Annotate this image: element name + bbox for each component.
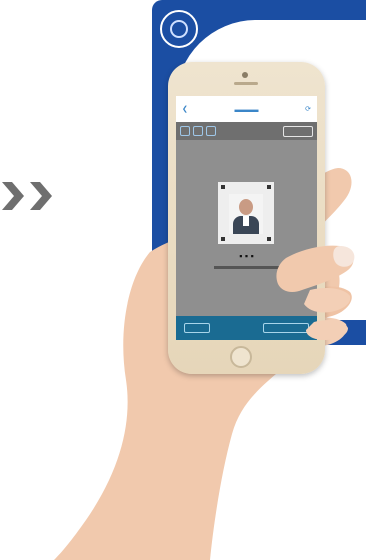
id-photo bbox=[229, 194, 263, 234]
phone-screen: ❮ ▬▬▬ ⟳ ▪ ▪ ▪ bbox=[176, 96, 317, 340]
subtext-placeholder bbox=[214, 266, 280, 269]
tool-icons bbox=[180, 126, 216, 136]
scan-icon[interactable] bbox=[193, 126, 203, 136]
speaker-grille bbox=[234, 82, 258, 85]
frame-corner bbox=[267, 185, 271, 189]
frame-corner bbox=[267, 237, 271, 241]
back-icon[interactable]: ❮ bbox=[182, 105, 188, 113]
bottom-action-bar bbox=[176, 316, 317, 340]
refresh-icon[interactable]: ⟳ bbox=[305, 105, 311, 113]
id-photo-frame bbox=[218, 182, 274, 244]
camera-icon bbox=[242, 72, 248, 78]
emblem-icon bbox=[160, 10, 198, 48]
bottom-button-right[interactable] bbox=[263, 323, 309, 333]
photo-head bbox=[239, 199, 253, 215]
name-text-placeholder: ▪ ▪ ▪ bbox=[239, 251, 254, 261]
app-header: ❮ ▬▬▬ ⟳ bbox=[176, 96, 317, 122]
settings-icon[interactable] bbox=[206, 126, 216, 136]
app-title-logo: ▬▬▬ bbox=[234, 104, 259, 114]
app-toolbar bbox=[176, 122, 317, 140]
chevron-right-icon bbox=[2, 182, 52, 210]
frame-corner bbox=[221, 185, 225, 189]
smartphone: ❮ ▬▬▬ ⟳ ▪ ▪ ▪ bbox=[168, 62, 325, 374]
bottom-button-left[interactable] bbox=[184, 323, 210, 333]
frame-corner bbox=[221, 237, 225, 241]
photo-collar bbox=[243, 216, 249, 226]
home-button[interactable] bbox=[230, 346, 252, 368]
flash-icon[interactable] bbox=[180, 126, 190, 136]
toolbar-button[interactable] bbox=[283, 125, 313, 137]
